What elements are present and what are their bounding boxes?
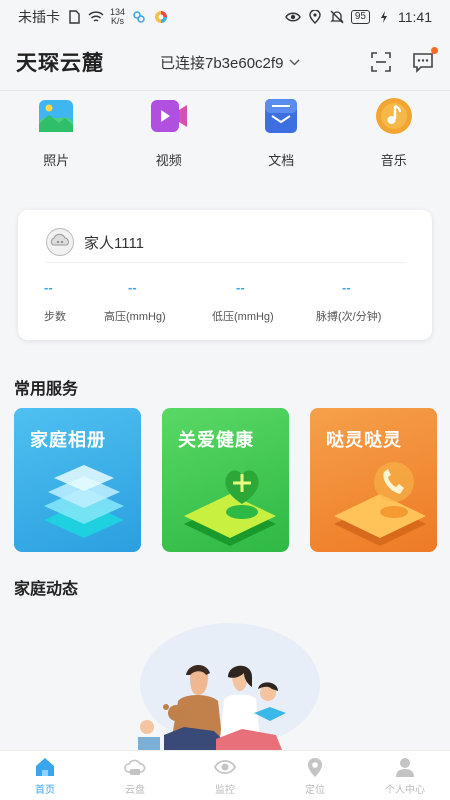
quick-label-music: 音乐 bbox=[380, 153, 407, 168]
metric-label: 步数 bbox=[44, 311, 66, 323]
metric-value: -- bbox=[236, 280, 245, 295]
sim-icon bbox=[66, 10, 82, 24]
quick-menu: 照片 视频 文档 音乐 bbox=[0, 96, 450, 169]
document-icon bbox=[261, 96, 301, 136]
cloud-drive-icon bbox=[124, 759, 146, 775]
message-icon[interactable] bbox=[412, 47, 438, 73]
metric-value: -- bbox=[128, 280, 137, 295]
metric-label: 脉搏(次/分钟) bbox=[316, 311, 382, 323]
status-bar: 未插卡 134 K/s 95 11:41 bbox=[0, 0, 450, 34]
metric-value: -- bbox=[342, 280, 351, 295]
header-divider bbox=[0, 90, 450, 91]
nav-item-profile[interactable]: 个人中心 bbox=[360, 751, 450, 800]
status-left: 未插卡 134 K/s bbox=[18, 7, 169, 27]
quick-label-document: 文档 bbox=[268, 153, 295, 168]
bottom-nav: 首页 云盘 监控 定位 个人中心 bbox=[0, 750, 450, 800]
service-label: 家庭相册 bbox=[30, 430, 106, 450]
metric-systolic: -- 高压(mmHg) bbox=[104, 280, 166, 324]
family-member-name: 家人1111 bbox=[84, 234, 145, 252]
health-card-divider bbox=[46, 262, 406, 263]
family-illustration bbox=[138, 623, 320, 755]
user-icon bbox=[396, 757, 414, 777]
eye-icon bbox=[214, 759, 236, 774]
net-speed-unit: K/s bbox=[111, 16, 125, 26]
photo-icon bbox=[36, 96, 76, 136]
quick-item-document[interactable]: 文档 bbox=[225, 96, 338, 169]
net-speed: 134 K/s bbox=[110, 8, 125, 26]
app-title: 天琛云麓 bbox=[16, 52, 104, 75]
metric-value: -- bbox=[44, 280, 53, 295]
service-card-album[interactable]: 家庭相册 bbox=[14, 408, 141, 552]
nav-item-monitor[interactable]: 监控 bbox=[180, 751, 270, 800]
family-title: 家庭动态 bbox=[14, 581, 79, 598]
nav-label: 个人中心 bbox=[385, 784, 425, 796]
nav-label: 首页 bbox=[35, 784, 55, 796]
music-icon bbox=[374, 96, 414, 136]
nav-item-cloud-drive[interactable]: 云盘 bbox=[90, 751, 180, 800]
status-right: 95 11:41 bbox=[285, 9, 432, 25]
nav-label: 云盘 bbox=[125, 784, 145, 796]
service-label: 关爱健康 bbox=[178, 430, 254, 450]
nav-label: 监控 bbox=[215, 784, 235, 796]
services-title: 常用服务 bbox=[14, 381, 79, 398]
connection-status: 已连接7b3e60c2f9 bbox=[160, 54, 284, 72]
quick-label-video: 视频 bbox=[155, 153, 182, 168]
metric-steps: -- 步数 bbox=[44, 280, 66, 324]
metric-label: 高压(mmHg) bbox=[104, 311, 166, 323]
location-icon bbox=[308, 757, 322, 777]
wifi-icon bbox=[88, 10, 104, 24]
battery-indicator: 95 bbox=[350, 10, 370, 24]
metric-diastolic: -- 低压(mmHg) bbox=[212, 280, 274, 324]
avatar bbox=[46, 228, 74, 256]
notification-dot bbox=[431, 47, 438, 54]
header-actions bbox=[370, 47, 438, 73]
carrier-text: 未插卡 bbox=[18, 9, 60, 25]
quick-item-music[interactable]: 音乐 bbox=[338, 96, 450, 169]
clock: 11:41 bbox=[398, 9, 432, 25]
nav-item-location[interactable]: 定位 bbox=[270, 751, 360, 800]
home-icon bbox=[36, 757, 54, 776]
metric-pulse: -- 脉搏(次/分钟) bbox=[316, 280, 381, 324]
chevron-down-icon bbox=[289, 59, 300, 65]
colorful-app-icon bbox=[153, 10, 169, 24]
scan-icon[interactable] bbox=[370, 51, 392, 73]
health-card[interactable]: 家人1111 -- 步数 -- 高压(mmHg) -- 低压(mmHg) -- … bbox=[18, 210, 432, 340]
nav-label: 定位 bbox=[305, 784, 325, 796]
charging-icon bbox=[376, 10, 392, 24]
service-label: 哒灵哒灵 bbox=[326, 430, 402, 450]
health-card-header: 家人1111 bbox=[46, 228, 144, 256]
device-connection-dropdown[interactable]: 已连接7b3e60c2f9 bbox=[160, 52, 300, 73]
video-icon bbox=[149, 96, 189, 136]
quick-item-photo[interactable]: 照片 bbox=[0, 96, 113, 169]
eye-icon bbox=[285, 10, 301, 24]
location-status-icon bbox=[307, 10, 323, 24]
quick-item-video[interactable]: 视频 bbox=[113, 96, 226, 169]
nav-item-home[interactable]: 首页 bbox=[0, 751, 90, 800]
quick-label-photo: 照片 bbox=[43, 153, 70, 168]
app-header: 天琛云麓 已连接7b3e60c2f9 bbox=[0, 34, 450, 90]
service-card-call[interactable]: 哒灵哒灵 bbox=[310, 408, 437, 552]
metric-label: 低压(mmHg) bbox=[212, 311, 274, 323]
mute-bell-icon bbox=[329, 10, 345, 24]
app-notify-icon bbox=[131, 10, 147, 24]
service-card-health[interactable]: 关爱健康 bbox=[162, 408, 289, 552]
